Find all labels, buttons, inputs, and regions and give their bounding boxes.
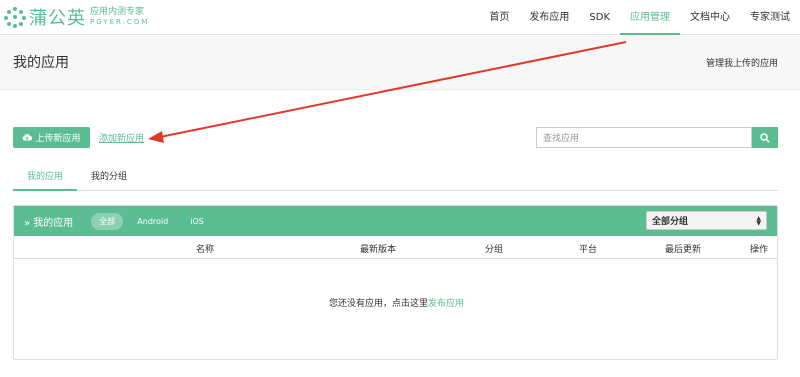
nav-expert-testing[interactable]: 专家测试 [740, 0, 800, 35]
logo-domain: PGYER.COM [90, 18, 150, 26]
top-nav-bar: 蒲公英 应用内测专家 PGYER.COM 首页 发布应用 SDK 应用管理 文档… [0, 0, 800, 35]
upload-new-app-button[interactable]: 上传新应用 [13, 127, 90, 148]
tab-my-groups[interactable]: 我的分组 [77, 166, 141, 191]
logo-name: 蒲公英 [29, 8, 86, 29]
filter-ios[interactable]: iOS [182, 214, 212, 229]
column-last-updated: 最后更新 [665, 245, 702, 255]
nav-publish[interactable]: 发布应用 [519, 0, 579, 35]
column-platform: 平台 [579, 245, 598, 255]
manage-uploaded-apps-link[interactable]: 管理我上传的应用 [706, 56, 778, 69]
column-name: 名称 [196, 245, 215, 255]
nav-app-management[interactable]: 应用管理 [620, 0, 680, 35]
column-actions: 操作 [750, 245, 769, 255]
add-new-app-link[interactable]: 添加新应用 [99, 131, 144, 144]
select-arrows-icon: ▲ ▼ [756, 214, 761, 227]
pgyer-logo[interactable]: 蒲公英 应用内测专家 PGYER.COM [4, 2, 149, 32]
group-select-value: 全部分组 [652, 217, 689, 227]
nav-home[interactable]: 首页 [479, 0, 519, 35]
panel-title: » 我的应用 [24, 217, 74, 229]
column-group: 分组 [485, 245, 504, 255]
upload-new-app-label: 上传新应用 [35, 134, 81, 144]
panel-header: » 我的应用 全部 Android iOS 全部分组 ▲ ▼ [14, 206, 777, 236]
column-latest-version: 最新版本 [360, 245, 397, 255]
cloud-upload-icon [22, 133, 33, 143]
logo-tagline: 应用内测专家 [90, 7, 145, 17]
publish-app-link[interactable]: 发布应用 [428, 299, 464, 309]
empty-state: 您还没有应用，点击这里发布应用 [14, 296, 779, 309]
page-title: 我的应用 [13, 55, 69, 71]
table-header: 名称 最新版本 分组 平台 最后更新 操作 [14, 236, 777, 259]
app-tabs: 我的应用 我的分组 [13, 166, 778, 191]
dandelion-icon [4, 6, 26, 28]
app-search [536, 127, 778, 148]
filter-all[interactable]: 全部 [91, 212, 124, 230]
nav-docs[interactable]: 文档中心 [680, 0, 740, 35]
search-icon [760, 132, 770, 143]
filter-android[interactable]: Android [129, 214, 176, 229]
group-select[interactable]: 全部分组 ▲ ▼ [646, 211, 767, 230]
nav-sdk[interactable]: SDK [579, 0, 620, 35]
search-input[interactable] [536, 127, 752, 148]
main-nav: 首页 发布应用 SDK 应用管理 文档中心 专家测试 [479, 0, 800, 35]
search-button[interactable] [752, 127, 778, 148]
tab-my-apps[interactable]: 我的应用 [13, 166, 78, 191]
page-header: 我的应用 管理我上传的应用 [0, 36, 800, 90]
empty-state-text: 您还没有应用，点击这里 [328, 299, 428, 309]
apps-panel: » 我的应用 全部 Android iOS 全部分组 ▲ ▼ 名称 最新版本 分组… [13, 205, 778, 360]
